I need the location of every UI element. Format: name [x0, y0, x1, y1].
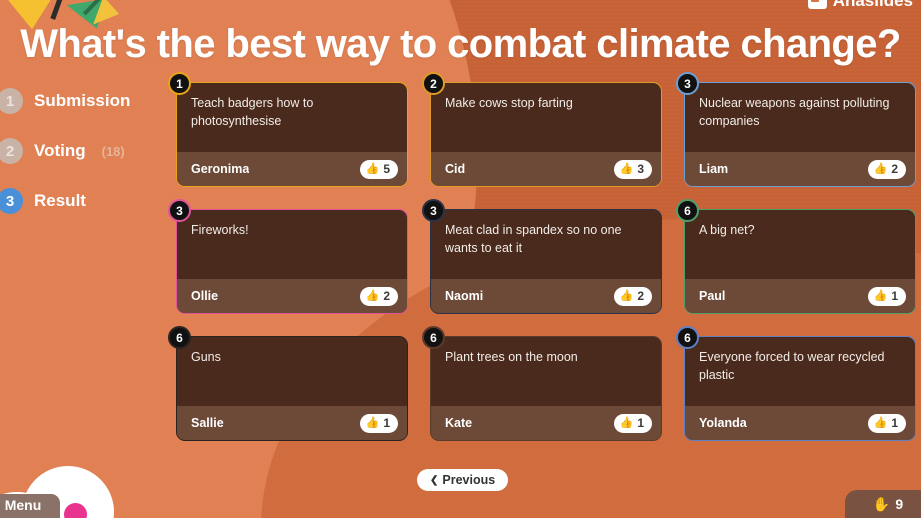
idea-card-text: Fireworks! — [191, 223, 249, 237]
vote-count: 1 — [383, 416, 390, 430]
idea-card-footer: Cid 👍 3 — [431, 152, 661, 186]
step-nav: 1 Submission 2 Voting (18) 3 Result — [0, 84, 165, 234]
idea-card-grid: 1 Teach badgers how to photosynthesise Ger… — [168, 72, 921, 441]
menu-button[interactable]: Menu — [0, 494, 60, 518]
thumbs-up-icon: 👍 — [619, 162, 634, 175]
idea-card-text: Meat clad in spandex so no one wants to … — [445, 223, 622, 255]
step-item-result[interactable]: 3 Result — [0, 184, 165, 218]
rank-badge: 2 — [422, 72, 445, 95]
vote-pill[interactable]: 👍 1 — [867, 413, 906, 433]
vote-count: 1 — [637, 416, 644, 430]
idea-card-footer: Naomi 👍 2 — [431, 279, 661, 313]
idea-card-footer: Sallie 👍 1 — [177, 406, 407, 440]
rank-badge: 3 — [422, 199, 445, 222]
thumbs-up-icon: 👍 — [365, 162, 380, 175]
rank-badge: 3 — [676, 72, 699, 95]
idea-card-text: Guns — [191, 350, 221, 364]
raised-hand-counter[interactable]: ✋ 9 — [845, 490, 921, 518]
thumbs-up-icon: 👍 — [365, 416, 380, 429]
idea-card[interactable]: 6 Everyone forced to wear recycled plasti… — [676, 326, 916, 441]
idea-card-author: Liam — [699, 162, 729, 176]
idea-card-footer: Liam 👍 2 — [685, 152, 915, 186]
idea-card[interactable]: 3 Meat clad in spandex so no one wants to… — [422, 199, 662, 314]
step-badge: 1 — [0, 88, 23, 114]
menu-cluster: Menu — [0, 466, 200, 518]
idea-card[interactable]: 6A big net? Paul 👍 1 — [676, 199, 916, 314]
vote-count: 1 — [891, 289, 898, 303]
idea-card[interactable]: 2 Make cows stop farting Cid 👍 3 — [422, 72, 662, 187]
raised-hand-count: 9 — [895, 496, 904, 512]
thumbs-up-icon: 👍 — [619, 416, 634, 429]
brand-logo: Ahaslides — [807, 0, 913, 11]
idea-card[interactable]: 3 Nuclear weapons against polluting compa… — [676, 72, 916, 187]
idea-card-text: Nuclear weapons against polluting compan… — [699, 96, 890, 128]
step-label: Submission — [34, 91, 131, 110]
vote-count: 3 — [637, 162, 644, 176]
step-label: Result — [34, 191, 86, 210]
idea-card-author: Geronima — [191, 162, 250, 176]
vote-count: 2 — [383, 289, 390, 303]
thumbs-up-icon: 👍 — [873, 162, 888, 175]
previous-button-label: Previous — [442, 473, 496, 487]
idea-card-author: Yolanda — [699, 416, 747, 430]
menu-button-label: Menu — [4, 497, 42, 513]
idea-card-footer: Geronima 👍 5 — [177, 152, 407, 186]
step-count: (18) — [101, 143, 125, 159]
step-item-submission[interactable]: 1 Submission — [0, 84, 165, 118]
vote-pill[interactable]: 👍 2 — [867, 159, 906, 179]
rank-badge: 6 — [676, 326, 699, 349]
thumbs-up-icon: 👍 — [365, 289, 380, 302]
previous-button[interactable]: ❮ Previous — [417, 469, 509, 491]
idea-card-author: Sallie — [191, 416, 224, 430]
idea-card-author: Paul — [699, 289, 726, 303]
vote-pill[interactable]: 👍 1 — [867, 286, 906, 306]
vote-count: 1 — [891, 416, 898, 430]
rank-badge: 6 — [676, 199, 699, 222]
idea-card-footer: Paul 👍 1 — [685, 279, 915, 313]
idea-card-footer: Yolanda 👍 1 — [685, 406, 915, 440]
idea-card-text: A big net? — [699, 223, 755, 237]
idea-card[interactable]: 3 Fireworks! Ollie 👍 2 — [168, 199, 408, 314]
idea-card-author: Kate — [445, 416, 473, 430]
idea-card-author: Cid — [445, 162, 466, 176]
page-title: What's the best way to combat climate ch… — [20, 22, 901, 66]
rank-badge: 1 — [168, 72, 191, 95]
idea-card-footer: Ollie 👍 2 — [177, 279, 407, 313]
vote-pill[interactable]: 👍 3 — [613, 159, 652, 179]
idea-card[interactable]: 6 Guns Sallie 👍 1 — [168, 326, 408, 441]
raised-hand-icon: ✋ — [872, 495, 891, 512]
step-item-voting[interactable]: 2 Voting (18) — [0, 134, 165, 168]
vote-count: 2 — [891, 162, 898, 176]
step-badge: 2 — [0, 138, 23, 164]
vote-pill[interactable]: 👍 5 — [359, 159, 398, 179]
brand-name: Ahaslides — [832, 0, 913, 10]
idea-card-text: Make cows stop farting — [445, 96, 573, 110]
presentation-logo-icon — [807, 0, 827, 9]
idea-card-footer: Kate 👍 1 — [431, 406, 661, 440]
rank-badge: 6 — [422, 326, 445, 349]
idea-card-author: Naomi — [445, 289, 484, 303]
step-label: Voting — [34, 141, 86, 160]
chevron-left-icon: ❮ — [430, 474, 439, 486]
idea-card-text: Plant trees on the moon — [445, 350, 578, 364]
idea-card[interactable]: 6 Plant trees on the moon Kate 👍 1 — [422, 326, 662, 441]
vote-count: 2 — [637, 289, 644, 303]
rank-badge: 3 — [168, 199, 191, 222]
idea-card-text: Everyone forced to wear recycled plastic — [699, 350, 885, 382]
rank-badge: 6 — [168, 326, 191, 349]
idea-card[interactable]: 1 Teach badgers how to photosynthesise Ger… — [168, 72, 408, 187]
thumbs-up-icon: 👍 — [619, 289, 634, 302]
idea-card-author: Ollie — [191, 289, 219, 303]
thumbs-up-icon: 👍 — [873, 289, 888, 302]
decor-small-dot — [108, 509, 113, 514]
vote-pill[interactable]: 👍 1 — [613, 413, 652, 433]
idea-card-text: Teach badgers how to photosynthesise — [191, 96, 314, 128]
step-badge: 3 — [0, 188, 23, 214]
vote-pill[interactable]: 👍 2 — [613, 286, 652, 306]
vote-count: 5 — [383, 162, 390, 176]
vote-pill[interactable]: 👍 2 — [359, 286, 398, 306]
vote-pill[interactable]: 👍 1 — [359, 413, 398, 433]
thumbs-up-icon: 👍 — [873, 416, 888, 429]
